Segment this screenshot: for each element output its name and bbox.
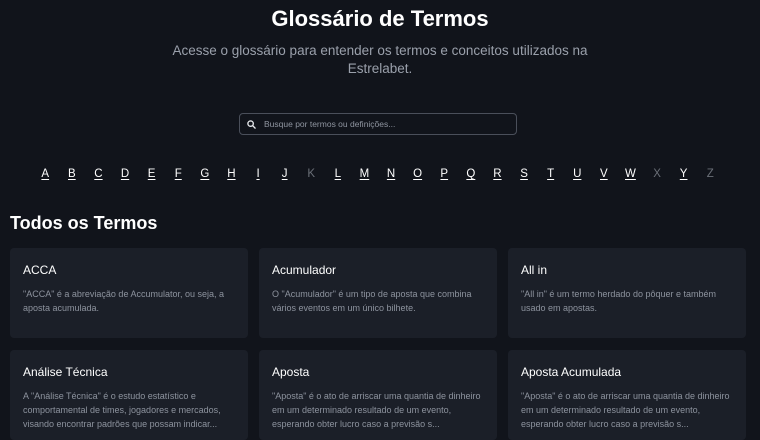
letter-e-link[interactable]: E: [138, 168, 165, 180]
page-subtitle: Acesse o glossário para entender os term…: [172, 43, 588, 76]
term-title: Aposta Acumulada: [521, 365, 622, 379]
letter-y-link[interactable]: Y: [670, 168, 697, 180]
term-description: "ACCA" é a abreviação de Accumulator, ou…: [23, 289, 225, 313]
letter-o-link[interactable]: O: [404, 168, 431, 180]
term-card[interactable]: All in "All in" é um termo herdado do pô…: [508, 248, 746, 338]
term-description: "Aposta" é o ato de arriscar uma quantia…: [521, 391, 730, 429]
letter-f-link[interactable]: F: [165, 168, 192, 180]
letter-b-link[interactable]: B: [59, 168, 86, 180]
letter-u-link[interactable]: U: [564, 168, 591, 180]
letter-j-link[interactable]: J: [271, 168, 298, 180]
letter-q-link[interactable]: Q: [458, 168, 485, 180]
letter-z-link: Z: [706, 168, 714, 180]
search-input[interactable]: [261, 114, 516, 134]
page-title: Glossário de Termos: [271, 6, 489, 31]
search-icon: [247, 119, 261, 129]
letter-c-link[interactable]: C: [85, 168, 112, 180]
term-title: All in: [521, 263, 548, 277]
letter-n-link[interactable]: N: [378, 168, 405, 180]
letter-d-link[interactable]: D: [112, 168, 139, 180]
term-description: "Aposta" é o ato de arriscar uma quantia…: [272, 391, 481, 429]
term-description: O "Acumulador" é um tipo de aposta que c…: [272, 289, 472, 313]
letter-i-link[interactable]: I: [245, 168, 272, 180]
term-card[interactable]: Acumulador O "Acumulador" é um tipo de a…: [259, 248, 497, 338]
letter-a-link[interactable]: A: [32, 168, 59, 180]
term-title: Análise Técnica: [23, 365, 108, 379]
section-title: Todos os Termos: [10, 213, 158, 233]
term-title: Acumulador: [272, 263, 337, 277]
term-description: "All in" é um termo herdado do pôquer e …: [521, 289, 716, 313]
letter-p-link[interactable]: P: [431, 168, 458, 180]
letter-r-link[interactable]: R: [484, 168, 511, 180]
search-box[interactable]: [239, 113, 517, 135]
letter-k-link: K: [307, 168, 316, 180]
letter-t-link[interactable]: T: [537, 168, 564, 180]
letter-s-link[interactable]: S: [511, 168, 538, 180]
term-card[interactable]: Aposta Acumulada "Aposta" é o ato de arr…: [508, 350, 746, 440]
alphabet-nav: ABCDEFGHIJKLMNOPQRSTUVWXYZ: [32, 168, 732, 184]
letter-v-link[interactable]: V: [591, 168, 618, 180]
term-description: A "Análise Técnica" é o estudo estatísti…: [23, 391, 221, 429]
letter-h-link[interactable]: H: [218, 168, 245, 180]
letter-x-link: X: [653, 168, 661, 180]
term-title: Aposta: [272, 365, 310, 379]
term-card[interactable]: Aposta "Aposta" é o ato de arriscar uma …: [259, 350, 497, 440]
term-title: ACCA: [23, 263, 57, 277]
term-card[interactable]: Análise Técnica A "Análise Técnica" é o …: [10, 350, 248, 440]
letter-w-link[interactable]: W: [617, 168, 644, 180]
letter-g-link[interactable]: G: [192, 168, 219, 180]
letter-m-link[interactable]: M: [351, 168, 378, 180]
term-card[interactable]: ACCA "ACCA" é a abreviação de Accumulato…: [10, 248, 248, 338]
letter-l-link[interactable]: L: [325, 168, 352, 180]
